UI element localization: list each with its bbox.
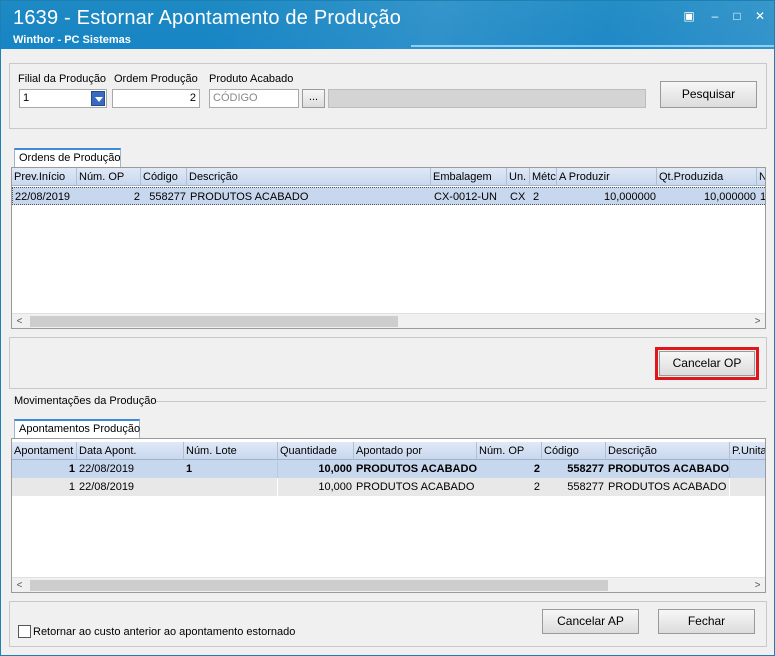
apont-cell-quantidade: 10,000	[318, 481, 352, 493]
tab-apontamentos-producao[interactable]: Apontamentos Produção	[14, 419, 140, 438]
apont-col-data[interactable]: Data Apont.	[77, 442, 184, 460]
scroll-left-icon[interactable]: <	[12, 314, 27, 328]
ordens-cell-un: CX	[510, 191, 526, 203]
title-bar: 1639 - Estornar Apontamento de Produção …	[1, 1, 774, 49]
minimize-icon[interactable]: –	[707, 9, 723, 23]
restore-cost-label[interactable]: Retornar ao custo anterior ao apontament…	[33, 626, 295, 638]
footer-panel: Retornar ao custo anterior ao apontament…	[9, 601, 767, 647]
produto-description-field	[328, 89, 646, 108]
ordens-cell-n: 1	[760, 191, 766, 203]
ordens-cell-prev-inicio: 22/08/2019	[15, 191, 71, 203]
apont-cell-descricao: PRODUTOS ACABADO	[606, 460, 730, 478]
ordens-grid-header: Prev.Início Núm. OP Código Descrição Emb…	[12, 168, 765, 186]
ordens-cell-qt-produzida: 10,000000	[704, 191, 756, 203]
apont-col-num-op[interactable]: Núm. OP	[477, 442, 542, 460]
apont-cell-p-unitario	[730, 478, 765, 496]
apont-cell-quantidade: 10,000	[318, 463, 352, 475]
window-title: 1639 - Estornar Apontamento de Produção	[13, 7, 402, 29]
cancel-op-panel: Cancelar OP	[9, 337, 767, 389]
maximize-icon[interactable]: □	[729, 9, 745, 23]
ordens-col-qt-produzida[interactable]: Qt.Produzida	[657, 168, 757, 186]
apont-col-p-unitario[interactable]: P.Unita	[730, 442, 765, 460]
apont-cell-codigo: 558277	[567, 463, 604, 475]
apont-cell-p-unitario	[730, 460, 765, 478]
ordens-col-descricao[interactable]: Descrição	[187, 168, 431, 186]
filter-panel: Filial da Produção 1 Ordem Produção 2 Pr…	[9, 63, 767, 129]
table-row[interactable]: 1 22/08/2019 10,000 PRODUTOS ACABADO 2 5…	[12, 478, 765, 496]
window-subtitle: Winthor - PC Sistemas	[13, 34, 131, 46]
ordens-col-num-op[interactable]: Núm. OP	[77, 168, 141, 186]
apont-col-apontado-por[interactable]: Apontado por	[354, 442, 477, 460]
close-icon[interactable]: ✕	[752, 9, 768, 23]
ordens-col-a-produzir[interactable]: A Produzir	[557, 168, 657, 186]
apont-cell-descricao: PRODUTOS ACABADO	[606, 478, 730, 496]
apont-cell-num-op: 2	[533, 463, 540, 475]
scroll-thumb[interactable]	[30, 580, 608, 591]
apont-cell-num-op: 2	[533, 481, 540, 493]
movimentacoes-group-label: Movimentações da Produção	[14, 395, 157, 407]
ordens-col-n[interactable]: N	[757, 168, 765, 186]
apont-cell-apontamento: 1	[68, 481, 75, 493]
ordem-input[interactable]: 2	[112, 89, 200, 108]
apontamentos-grid: Apontament Data Apont. Núm. Lote Quantid…	[11, 438, 766, 593]
title-bar-accent-line	[411, 45, 774, 47]
cancel-ap-button[interactable]: Cancelar AP	[542, 609, 639, 634]
filial-select[interactable]: 1	[19, 89, 107, 108]
scroll-left-icon[interactable]: <	[12, 578, 27, 592]
apont-cell-data: 22/08/2019	[79, 463, 135, 475]
scroll-thumb[interactable]	[30, 316, 398, 327]
ordens-cell-embalagem: CX-0012-UN	[434, 191, 497, 203]
ordens-col-prev-inicio[interactable]: Prev.Início	[12, 168, 77, 186]
ordens-cell-num-op: 2	[133, 191, 140, 203]
ordem-label: Ordem Produção	[114, 73, 198, 85]
ordens-cell-metodo: 2	[533, 191, 540, 203]
apont-cell-lote: 1	[184, 460, 278, 478]
filial-label: Filial da Produção	[18, 73, 107, 85]
scroll-right-icon[interactable]: >	[750, 314, 765, 328]
ordens-col-embalagem[interactable]: Embalagem	[431, 168, 507, 186]
produto-code-input[interactable]: CÓDIGO	[209, 89, 299, 108]
table-row[interactable]: 1 22/08/2019 1 10,000 PRODUTOS ACABADO 2…	[12, 460, 765, 478]
ordens-cell-descricao: PRODUTOS ACABADO	[190, 191, 309, 203]
tab-ordens-producao[interactable]: Ordens de Produção	[14, 148, 121, 167]
pin-window-icon[interactable]: ▣	[681, 9, 697, 23]
apont-col-quantidade[interactable]: Quantidade	[278, 442, 354, 460]
filial-value: 1	[23, 92, 30, 104]
apont-col-lote[interactable]: Núm. Lote	[184, 442, 278, 460]
main-window: 1639 - Estornar Apontamento de Produção …	[0, 0, 775, 656]
apont-cell-apontado-por: PRODUTOS ACABADO	[356, 481, 475, 493]
apont-cell-apontamento: 1	[68, 463, 75, 475]
ordens-horizontal-scrollbar[interactable]: < >	[12, 313, 765, 328]
apont-cell-lote	[184, 478, 278, 496]
cancel-op-button[interactable]: Cancelar OP	[659, 351, 755, 376]
apontamentos-horizontal-scrollbar[interactable]: < >	[12, 577, 765, 592]
table-row[interactable]: 22/08/2019 2 558277 PRODUTOS ACABADO CX-…	[12, 187, 766, 205]
scroll-right-icon[interactable]: >	[750, 578, 765, 592]
ordens-cell-codigo: 558277	[149, 191, 186, 203]
chevron-down-icon[interactable]	[91, 91, 105, 106]
produto-lookup-button[interactable]: ...	[302, 89, 325, 108]
apontamentos-grid-header: Apontament Data Apont. Núm. Lote Quantid…	[12, 442, 765, 460]
apont-col-apontamento[interactable]: Apontament	[12, 442, 77, 460]
ordens-col-codigo[interactable]: Código	[141, 168, 187, 186]
apont-cell-codigo: 558277	[567, 481, 604, 493]
group-divider	[156, 401, 766, 402]
ordens-col-metodo[interactable]: Métc	[530, 168, 557, 186]
ordens-grid: Prev.Início Núm. OP Código Descrição Emb…	[11, 167, 766, 329]
search-button[interactable]: Pesquisar	[660, 81, 757, 108]
ordens-cell-a-produzir: 10,000000	[604, 191, 656, 203]
apont-cell-data: 22/08/2019	[79, 481, 135, 493]
close-button[interactable]: Fechar	[658, 609, 755, 634]
restore-cost-checkbox[interactable]	[18, 625, 31, 638]
apont-col-codigo[interactable]: Código	[542, 442, 606, 460]
ordens-col-un[interactable]: Un.	[507, 168, 530, 186]
apont-cell-apontado-por: PRODUTOS ACABADO	[356, 463, 477, 475]
apont-col-descricao[interactable]: Descrição	[606, 442, 730, 460]
produto-label: Produto Acabado	[209, 73, 294, 85]
